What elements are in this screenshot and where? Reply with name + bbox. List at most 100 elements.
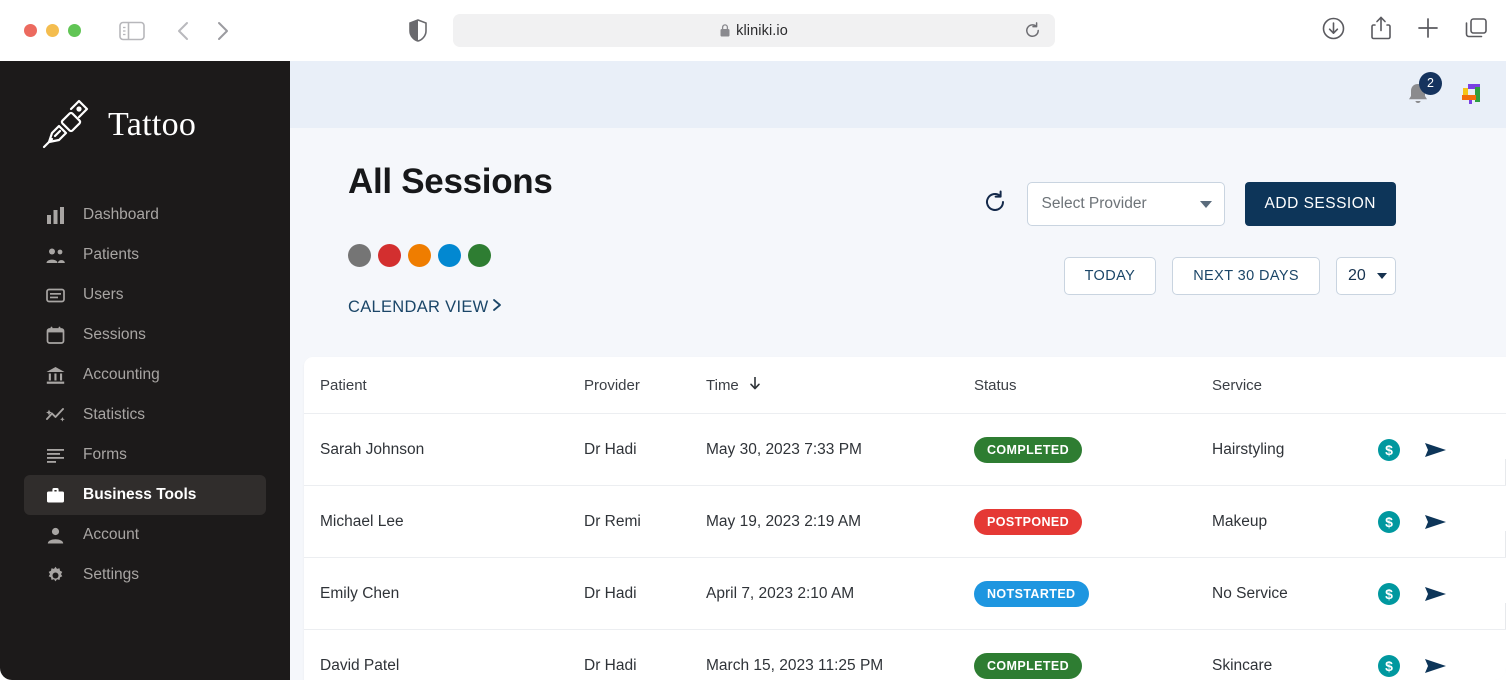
column-header-status-label: Status <box>974 376 1017 394</box>
cell-patient: Sarah Johnson <box>304 441 584 459</box>
send-arrow-icon[interactable] <box>1424 585 1448 603</box>
bar-chart-icon <box>46 206 65 225</box>
table-row[interactable]: Sarah Johnson Dr Hadi May 30, 2023 7:33 PM… <box>304 413 1506 485</box>
column-header-status[interactable]: Status <box>974 377 1212 394</box>
green-status-dot[interactable] <box>468 244 491 267</box>
refresh-icon[interactable] <box>983 190 1007 219</box>
downloads-icon[interactable] <box>1322 17 1345 45</box>
sidebar-item-accounting[interactable]: Accounting <box>24 355 266 395</box>
chevron-down-icon <box>1377 273 1387 279</box>
sidebar-item-patients[interactable]: Patients <box>24 235 266 275</box>
cell-patient: Michael Lee <box>304 513 584 531</box>
status-badge: NOTSTARTED <box>974 580 1089 607</box>
back-arrow-icon[interactable] <box>177 21 189 41</box>
cell-provider: Dr Hadi <box>584 441 706 459</box>
sidebar-item-label: Sessions <box>83 326 146 343</box>
list-lines-icon <box>46 446 65 465</box>
table-header-row: Patient Provider Time Status Service <box>304 357 1506 413</box>
calendar-view-label: CALENDAR VIEW <box>348 298 489 316</box>
minimize-window-button[interactable] <box>46 24 59 37</box>
sidebar-item-business-tools[interactable]: Business Tools <box>24 475 266 515</box>
session-time: April 7, 2023 2:10 AM <box>706 584 855 602</box>
address-bar[interactable]: kliniki.io <box>453 14 1055 47</box>
status-badge: POSTPONED <box>974 508 1083 535</box>
red-status-dot[interactable] <box>378 244 401 267</box>
orange-status-dot[interactable] <box>408 244 431 267</box>
sidebar-item-forms[interactable]: Forms <box>24 435 266 475</box>
add-session-button[interactable]: ADD SESSION <box>1244 182 1396 226</box>
chevron-right-icon <box>491 297 503 318</box>
provider-select[interactable]: Select Provider <box>1026 182 1225 226</box>
next-30-days-button[interactable]: NEXT 30 DAYS <box>1172 257 1320 295</box>
sidebar-item-settings[interactable]: Settings <box>24 555 266 595</box>
sidebar-item-sessions[interactable]: Sessions <box>24 315 266 355</box>
share-icon[interactable] <box>1371 16 1391 45</box>
table-body: Sarah Johnson Dr Hadi May 30, 2023 7:33 PM… <box>304 413 1506 680</box>
page-size-select[interactable]: 20 <box>1336 257 1396 295</box>
column-header-provider[interactable]: Provider <box>584 377 706 394</box>
browser-toolbar-right <box>1322 16 1488 45</box>
send-arrow-icon[interactable] <box>1424 441 1448 459</box>
cell-service: No Service <box>1212 584 1506 629</box>
sidebar-item-account[interactable]: Account <box>24 515 266 555</box>
cell-actions: $ <box>1374 654 1490 677</box>
tab-overview-icon[interactable] <box>1465 17 1488 44</box>
sidebar-item-label: Accounting <box>83 366 160 383</box>
app-logo-icon[interactable] <box>1459 82 1484 107</box>
forward-arrow-icon[interactable] <box>217 21 229 41</box>
sidebar-item-statistics[interactable]: Statistics <box>24 395 266 435</box>
address-bar-content: kliniki.io <box>720 23 788 39</box>
column-header-time[interactable]: Time <box>706 375 974 395</box>
sidebar-item-users[interactable]: Users <box>24 275 266 315</box>
dollar-circle-icon[interactable]: $ <box>1378 654 1400 677</box>
plus-icon[interactable] <box>1417 17 1439 44</box>
calendar-view-link[interactable]: CALENDAR VIEW <box>348 297 503 318</box>
blue-status-dot[interactable] <box>438 244 461 267</box>
sidebar-toggle-icon[interactable] <box>119 21 145 41</box>
table-row[interactable]: Michael Lee Dr Remi May 19, 2023 2:19 AM PO… <box>304 485 1506 557</box>
notification-count-badge: 2 <box>1419 71 1442 95</box>
reload-icon[interactable] <box>1024 22 1041 44</box>
maximize-window-button[interactable] <box>68 24 81 37</box>
sidebar-item-dashboard[interactable]: Dashboard <box>24 195 266 235</box>
close-window-button[interactable] <box>24 24 37 37</box>
address-bar-url: kliniki.io <box>736 22 788 39</box>
gray-status-dot[interactable] <box>348 244 371 267</box>
dollar-circle-icon[interactable]: $ <box>1378 438 1400 461</box>
notifications-button[interactable]: 2 <box>1405 71 1442 112</box>
dollar-circle-icon[interactable]: $ <box>1378 510 1400 533</box>
column-header-service[interactable]: Service <box>1212 377 1374 394</box>
status-badge: COMPLETED <box>974 436 1083 463</box>
today-button[interactable]: TODAY <box>1063 257 1157 295</box>
chevron-down-icon <box>1199 200 1212 208</box>
column-header-patient[interactable]: Patient <box>304 377 584 394</box>
service-name: Makeup <box>1212 512 1268 530</box>
sidebar-item-label: Business Tools <box>83 486 197 503</box>
table-row[interactable]: David Patel Dr Hadi March 15, 2023 11:25 P… <box>304 629 1506 680</box>
sort-descending-icon <box>748 375 762 395</box>
service-name: No Service <box>1212 584 1288 602</box>
provider-name: Dr Hadi <box>584 656 637 674</box>
cell-actions: $ <box>1374 582 1490 605</box>
cell-patient: David Patel <box>304 657 584 675</box>
send-arrow-icon[interactable] <box>1424 657 1448 675</box>
cell-provider: Dr Hadi <box>584 657 706 675</box>
dollar-circle-icon[interactable]: $ <box>1378 582 1400 605</box>
brand: Tattoo <box>0 61 290 153</box>
provider-name: Dr Remi <box>584 512 641 530</box>
table-row[interactable]: Emily Chen Dr Hadi April 7, 2023 2:10 AM NO… <box>304 557 1506 629</box>
sidebar-item-label: Account <box>83 526 140 543</box>
cell-provider: Dr Remi <box>584 513 706 531</box>
cell-time: April 7, 2023 2:10 AM <box>706 585 974 603</box>
toolbar-row-primary: Select Provider ADD SESSION <box>866 128 1506 226</box>
toolbar-row-secondary: TODAY NEXT 30 DAYS 20 <box>866 226 1506 295</box>
provider-name: Dr Hadi <box>584 584 637 602</box>
cell-time: May 30, 2023 7:33 PM <box>706 441 974 459</box>
people-icon <box>46 246 65 265</box>
send-arrow-icon[interactable] <box>1424 513 1448 531</box>
cell-status: NOTSTARTED <box>974 580 1506 629</box>
column-header-time-label: Time <box>706 376 739 394</box>
shield-privacy-icon[interactable] <box>409 19 427 47</box>
app-topbar: 2 <box>290 61 1506 128</box>
bell-icon <box>1405 83 1431 112</box>
